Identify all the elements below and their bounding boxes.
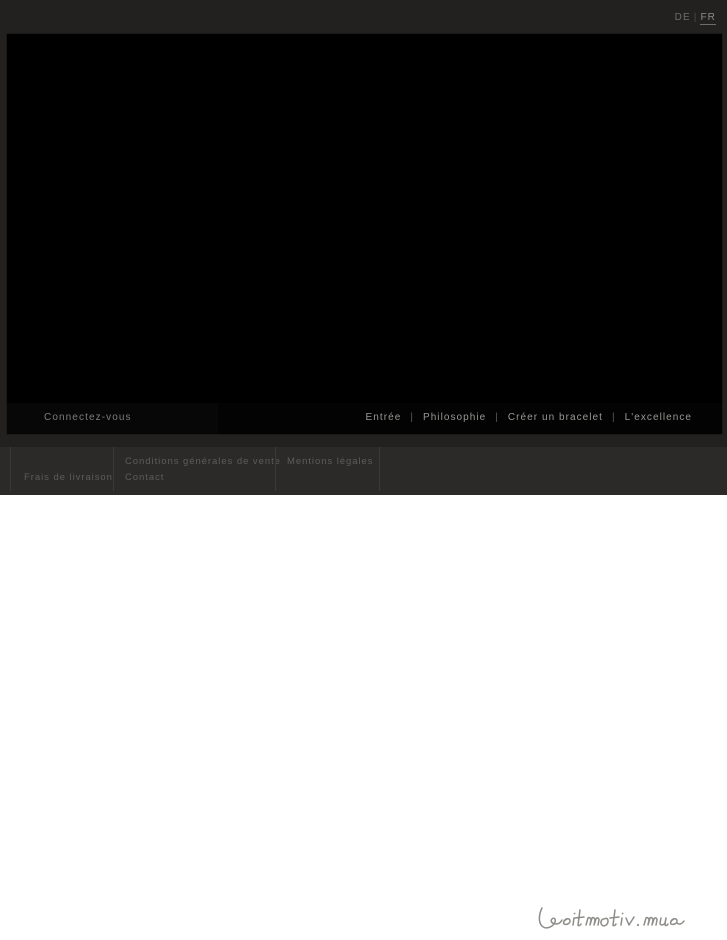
- hero-stage: Connectez-vous Entrée | Philosophie | Créer …: [7, 34, 722, 434]
- nav-separator-1: |: [410, 412, 414, 423]
- login-link[interactable]: Connectez-vous: [44, 412, 132, 423]
- footer: Frais de livraison Conditions générales …: [0, 447, 727, 929]
- nav-item-philosophie[interactable]: Philosophie: [423, 412, 486, 423]
- main-navigation: Entrée | Philosophie | Créer un bracelet | L'e…: [366, 412, 692, 423]
- language-switcher: DE | FR: [675, 12, 716, 25]
- nav-separator-3: |: [612, 412, 616, 423]
- nav-item-l-excellence[interactable]: L'excellence: [625, 412, 692, 423]
- brand-signature-icon: [538, 907, 685, 929]
- page-root: DE | FR Connectez-vous Entrée | Philosophie |…: [0, 0, 727, 929]
- nav-item-entree[interactable]: Entrée: [366, 412, 402, 423]
- footer-link-mentions-legales[interactable]: Mentions légales: [287, 456, 374, 467]
- footer-columns: Frais de livraison Conditions générales …: [10, 447, 380, 491]
- footer-column-legal: Mentions légales: [275, 447, 380, 491]
- nav-item-creer-un-bracelet[interactable]: Créer un bracelet: [508, 412, 603, 423]
- brand-logo[interactable]: [536, 898, 716, 940]
- login-panel[interactable]: Connectez-vous: [7, 403, 218, 434]
- footer-column-shipping: Frais de livraison: [10, 447, 113, 491]
- footer-link-conditions-generales-de-vente[interactable]: Conditions générales de vente: [125, 456, 281, 467]
- hero-media-canvas[interactable]: [7, 34, 722, 403]
- language-separator: |: [693, 12, 698, 23]
- stage-bottom-bar: Connectez-vous Entrée | Philosophie | Créer …: [7, 403, 722, 434]
- footer-link-contact[interactable]: Contact: [125, 472, 164, 483]
- language-option-de[interactable]: DE: [675, 12, 691, 23]
- language-option-fr[interactable]: FR: [700, 12, 716, 25]
- top-bar: DE | FR: [0, 0, 727, 34]
- footer-column-terms: Conditions générales de vente Contact: [113, 447, 280, 491]
- footer-link-frais-de-livraison[interactable]: Frais de livraison: [24, 472, 113, 483]
- nav-separator-2: |: [495, 412, 499, 423]
